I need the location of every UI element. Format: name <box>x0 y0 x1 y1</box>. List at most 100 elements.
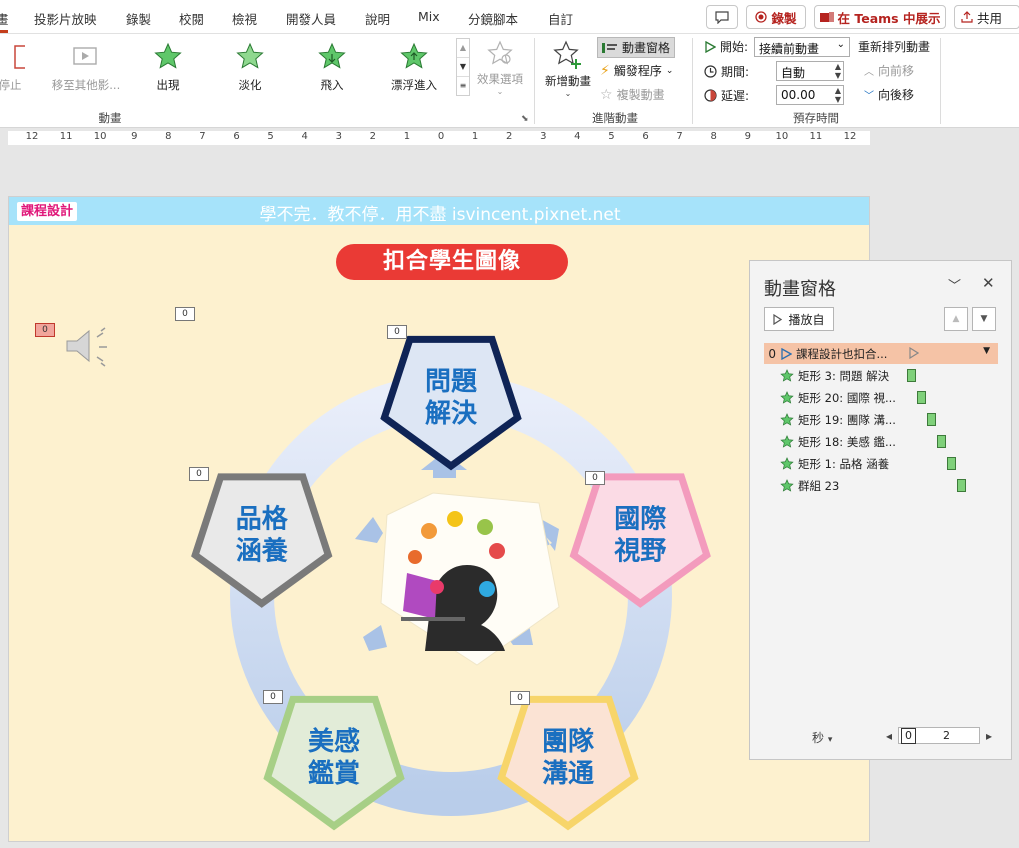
ruler-tick-label: 6 <box>233 131 240 142</box>
animation-painter-button[interactable]: ☆ 複製動畫 <box>600 86 665 103</box>
effect-options-icon <box>487 40 513 65</box>
stop-media-icon <box>14 45 32 69</box>
trigger-button[interactable]: ⚡ 觸發程序 ⌄ <box>600 62 673 79</box>
dialog-launcher-icon[interactable]: ⬊ <box>521 114 529 124</box>
tab-slideshow[interactable]: 投影片放映 <box>34 9 97 28</box>
record-button[interactable]: 錄製 <box>746 5 806 29</box>
move-later-button[interactable]: ﹀ 向後移 <box>864 86 914 103</box>
share-button[interactable]: 共用 <box>954 5 1019 29</box>
timeline-prev-icon[interactable]: ◂ <box>886 729 892 743</box>
move-down-button[interactable]: ▼ <box>972 307 996 331</box>
animation-badge[interactable]: 0 <box>189 467 209 481</box>
timeline-bar[interactable] <box>917 391 926 404</box>
gallery-more-icon[interactable]: ≡ <box>457 76 469 95</box>
comments-button[interactable] <box>706 5 738 29</box>
start-dropdown-icon: ⌄ <box>836 39 845 50</box>
seconds-dropdown[interactable]: 秒 ▾ <box>812 729 832 746</box>
timeline-bar[interactable] <box>907 369 916 382</box>
timeline-bar[interactable] <box>937 435 946 448</box>
animation-badge[interactable]: 0 <box>175 307 195 321</box>
pentagon-label: 團隊 <box>542 727 595 757</box>
pentagon-aesthetics[interactable]: 美感鑑賞 <box>263 695 405 831</box>
pane-options-chevron-icon[interactable]: ﹀ <box>948 275 961 294</box>
animation-pane-button[interactable]: 動畫窗格 <box>597 37 676 58</box>
animation-order: 0 <box>768 346 776 361</box>
comment-icon <box>715 10 729 24</box>
pentagon-label: 鑑賞 <box>308 758 360 789</box>
animation-badge[interactable]: 0 <box>263 690 283 704</box>
timeline-bar[interactable] <box>927 413 936 426</box>
timeline-bar[interactable] <box>947 457 956 470</box>
pentagon-label: 涵養 <box>236 537 289 567</box>
trigger-play-icon <box>781 347 792 360</box>
pentagon-teamwork[interactable]: 團隊溝通 <box>497 695 639 831</box>
animation-list-item[interactable]: 群組 23 <box>764 475 998 496</box>
entrance-star-icon <box>780 434 794 448</box>
animation-fly-in[interactable]: 飛入 <box>294 42 370 93</box>
animation-label: 矩形 19: 團隊 溝... <box>798 412 896 427</box>
group-label-animation: 動畫 <box>98 111 122 125</box>
add-animation-button[interactable]: 新增動畫 ⌄ <box>540 40 596 98</box>
ruler-tick-label: 6 <box>642 131 649 142</box>
tab-record[interactable]: 錄製 <box>126 9 151 28</box>
gallery-down-icon[interactable]: ▼ <box>457 57 469 76</box>
tab-help[interactable]: 說明 <box>365 9 390 28</box>
tab-developer[interactable]: 開發人員 <box>286 9 336 28</box>
horizontal-ruler: 12 11 10 9 8 7 6 5 4 3 2 1 0 1 2 3 4 5 6 7 8 9 10 11 12 <box>8 131 870 145</box>
present-in-teams-button[interactable]: 在 Teams 中展示 <box>814 5 946 29</box>
row-dropdown-icon[interactable]: ▼ <box>983 346 990 356</box>
animation-badge[interactable]: 0 <box>387 325 407 339</box>
animation-list-item[interactable]: 矩形 19: 團隊 溝... <box>764 409 998 430</box>
close-icon[interactable]: ✕ <box>982 274 995 292</box>
timeline-mark: 2 <box>943 729 950 742</box>
timeline-bar[interactable] <box>957 479 966 492</box>
animation-list-item[interactable]: 矩形 1: 品格 涵養 <box>764 453 998 474</box>
delay-stepper[interactable]: 00.00 ▲ ▼ <box>776 85 844 105</box>
duration-spin-icon[interactable]: ▲ ▼ <box>835 62 841 80</box>
tab-review[interactable]: 校閱 <box>179 9 204 28</box>
animation-pane-icon <box>602 42 617 53</box>
delay-spin-icon[interactable]: ▲ ▼ <box>835 86 841 104</box>
animation-fade[interactable]: 淡化 <box>212 42 288 93</box>
speaker-icon[interactable] <box>66 327 107 367</box>
painter-star-icon: ☆ <box>600 86 613 103</box>
timeline-ruler[interactable]: 0 2 <box>898 727 980 744</box>
pentagon-global-view[interactable]: 國際視野 <box>569 473 711 608</box>
add-animation-star-icon <box>553 40 581 69</box>
pentagon-problem-solving[interactable]: 問題解決 <box>380 335 522 471</box>
ruler-tick-label: 12 <box>25 131 39 142</box>
ruler-tick-label: 5 <box>608 131 615 142</box>
animation-list-item[interactable]: 矩形 20: 國際 視... <box>764 387 998 408</box>
effect-options-button[interactable]: 效果選項 ⌄ <box>474 40 526 96</box>
slide-canvas[interactable]: 課程設計 學不完．教不停．用不盡 isvincent.pixnet.net 扣合… <box>8 196 870 842</box>
move-earlier-button[interactable]: ︿ 向前移 <box>864 62 914 79</box>
animation-badge[interactable]: 0 <box>35 323 55 337</box>
tab-mix[interactable]: Mix <box>418 9 440 24</box>
gallery-scrollbar[interactable]: ▲ ▼ ≡ <box>456 38 470 96</box>
timeline-next-icon[interactable]: ▸ <box>986 729 992 743</box>
start-select[interactable]: 接續前動畫 ⌄ <box>754 37 850 57</box>
animation-float-in[interactable]: 漂浮進入 <box>376 42 452 93</box>
chevron-up-icon: ︿ <box>864 67 874 78</box>
tab-view[interactable]: 檢視 <box>232 9 257 28</box>
animation-seek[interactable]: 移至其他影... <box>48 42 124 93</box>
ruler-tick-label: 4 <box>574 131 581 142</box>
ribbon-separator <box>692 38 693 124</box>
gallery-up-icon[interactable]: ▲ <box>457 39 469 57</box>
duration-stepper[interactable]: 自動 ▲ ▼ <box>776 61 844 81</box>
pentagon-character[interactable]: 品格涵養 <box>191 473 333 608</box>
animation-list-item[interactable]: 矩形 3: 問題 解決 <box>764 365 998 386</box>
tab-animations[interactable]: 畫 <box>0 9 9 28</box>
animation-stop[interactable]: 停止 <box>0 42 48 93</box>
animation-list-item[interactable]: 矩形 18: 美感 鑑... <box>764 431 998 452</box>
tab-storyboard[interactable]: 分鏡腳本 <box>468 9 518 28</box>
pentagon-label: 解決 <box>425 399 478 429</box>
animation-appear[interactable]: 出現 <box>130 42 206 93</box>
animation-badge[interactable]: 0 <box>510 691 530 705</box>
move-up-button[interactable]: ▲ <box>944 307 968 331</box>
tab-custom[interactable]: 自訂 <box>548 9 573 28</box>
duration-label: 期間: <box>704 63 749 80</box>
animation-list-item[interactable]: 0 課程設計也扣合... ▼ <box>764 343 998 364</box>
animation-badge[interactable]: 0 <box>585 471 605 485</box>
play-from-button[interactable]: 播放自 <box>764 307 834 331</box>
